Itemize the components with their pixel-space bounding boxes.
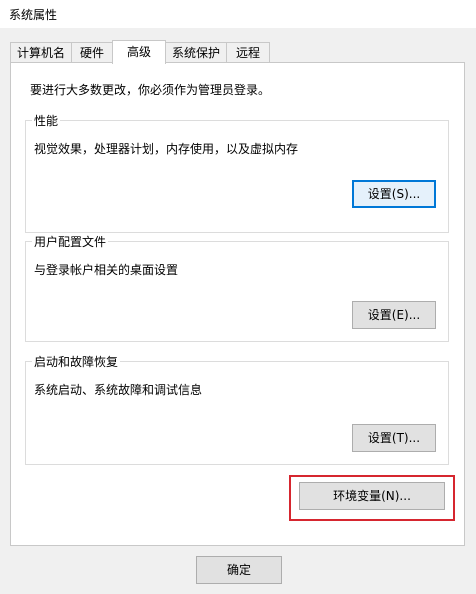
performance-desc: 视觉效果，处理器计划，内存使用，以及虚拟内存	[34, 142, 299, 156]
startup-recovery-group: 启动和故障恢复 系统启动、系统故障和调试信息 设置(T)...	[25, 353, 449, 465]
tab-advanced[interactable]: 高级	[112, 40, 166, 64]
startup-recovery-desc: 系统启动、系统故障和调试信息	[34, 383, 203, 397]
window-title: 系统属性	[9, 8, 58, 22]
title-bar: 系统属性	[0, 0, 476, 28]
startup-recovery-label: 启动和故障恢复	[32, 353, 121, 370]
advanced-panel: 要进行大多数更改，你必须作为管理员登录。 性能 视觉效果，处理器计划，内存使用，…	[10, 62, 465, 546]
ok-button[interactable]: 确定	[196, 556, 282, 584]
tab-system-protection[interactable]: 系统保护	[165, 42, 227, 62]
admin-notice: 要进行大多数更改，你必须作为管理员登录。	[30, 83, 271, 97]
tab-remote[interactable]: 远程	[226, 42, 270, 62]
performance-group: 性能 视觉效果，处理器计划，内存使用，以及虚拟内存 设置(S)...	[25, 112, 449, 233]
user-profile-label: 用户配置文件	[32, 233, 109, 250]
user-profile-desc: 与登录帐户相关的桌面设置	[34, 263, 179, 277]
user-profile-settings-button[interactable]: 设置(E)...	[352, 301, 436, 329]
user-profile-group: 用户配置文件 与登录帐户相关的桌面设置 设置(E)...	[25, 233, 449, 342]
performance-settings-button[interactable]: 设置(S)...	[352, 180, 436, 208]
tab-strip: 计算机名 硬件 高级 系统保护 远程	[0, 40, 476, 64]
startup-recovery-settings-button[interactable]: 设置(T)...	[352, 424, 436, 452]
tab-computer-name[interactable]: 计算机名	[10, 42, 72, 62]
performance-label: 性能	[32, 112, 61, 129]
tab-hardware[interactable]: 硬件	[71, 42, 113, 62]
environment-variables-button[interactable]: 环境变量(N)...	[299, 482, 445, 510]
